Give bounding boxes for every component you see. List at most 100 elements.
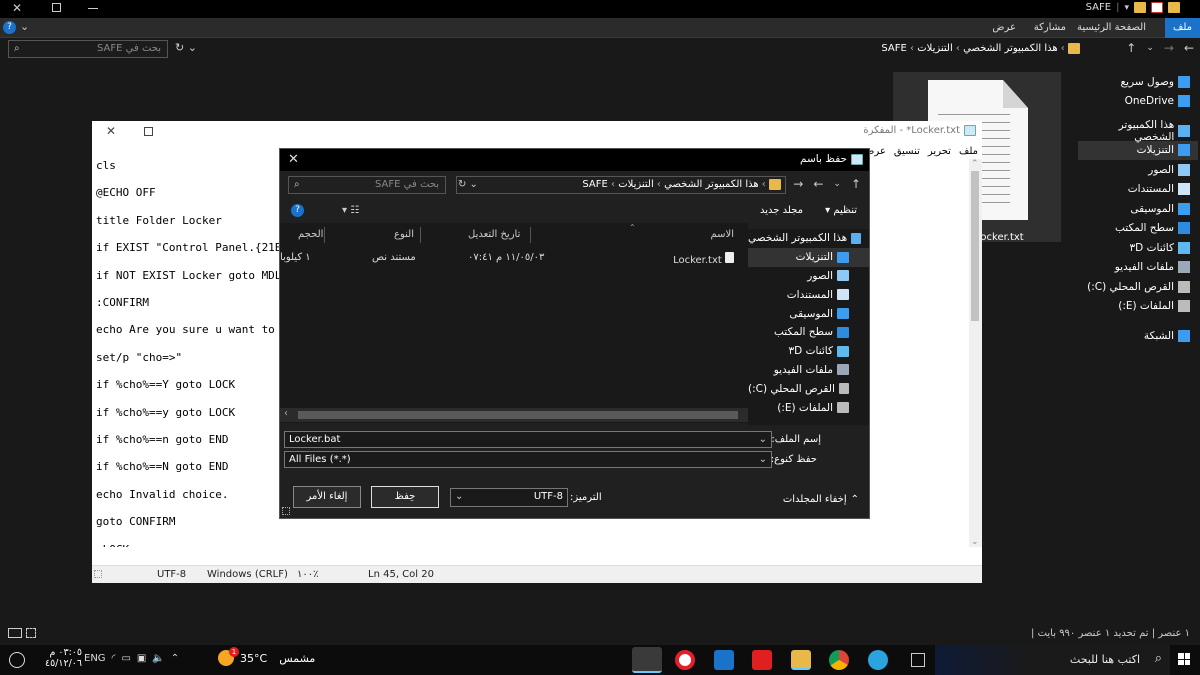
forward-arrow-icon[interactable]: → bbox=[1164, 41, 1174, 55]
details-view-icon[interactable] bbox=[8, 628, 22, 638]
view-options-icon[interactable]: ▾ ☷ bbox=[342, 205, 359, 216]
breadcrumb-safe[interactable]: SAFE bbox=[582, 179, 607, 190]
organize-menu[interactable]: تنظيم ▾ bbox=[825, 205, 857, 216]
tree-item[interactable]: التنزيلات bbox=[748, 247, 869, 267]
back-arrow-icon[interactable]: ← bbox=[813, 177, 823, 191]
tab-file[interactable]: ملف bbox=[1164, 18, 1200, 38]
scroll-up-icon[interactable]: ⌃ bbox=[971, 159, 979, 169]
chevron-down-icon[interactable]: ⌄ bbox=[759, 432, 767, 447]
column-header-type[interactable]: النوع bbox=[394, 229, 414, 240]
nav-item[interactable]: وصول سريع bbox=[1078, 72, 1198, 92]
file-explorer-taskbar-icon[interactable] bbox=[791, 650, 811, 670]
refresh-icon[interactable]: ↻ ⌄ bbox=[458, 179, 478, 190]
encoding-select[interactable]: UTF-8 ⌄ bbox=[450, 488, 568, 507]
recent-locations-icon[interactable]: ⌄ bbox=[833, 179, 841, 189]
tree-item[interactable]: القرص المحلي (C:) bbox=[748, 379, 869, 398]
help-icon[interactable]: ? bbox=[3, 21, 16, 34]
opera-icon[interactable] bbox=[675, 650, 695, 670]
search-input[interactable]: بحث في SAFE ⌕ bbox=[8, 40, 168, 58]
recent-locations-icon[interactable]: ⌄ bbox=[1146, 43, 1154, 53]
breadcrumb-safe[interactable]: SAFE bbox=[881, 43, 906, 54]
breadcrumb-this-pc[interactable]: هذا الكمبيوتر الشخصي bbox=[664, 179, 759, 190]
camera-icon[interactable]: ▣ bbox=[137, 653, 146, 664]
nav-item[interactable]: OneDrive bbox=[1078, 92, 1198, 112]
nav-item[interactable]: القرص المحلي (C:) bbox=[1078, 277, 1198, 297]
nav-item[interactable]: ملفات الفيديو bbox=[1078, 258, 1198, 278]
notepad-close-button[interactable]: ✕ bbox=[106, 124, 116, 138]
minimize-window-button[interactable] bbox=[88, 8, 98, 9]
task-view-icon[interactable] bbox=[911, 653, 925, 667]
tree-item[interactable]: سطح المكتب bbox=[748, 323, 869, 342]
scroll-left-icon[interactable]: ‹ bbox=[284, 408, 288, 419]
chrome-icon[interactable] bbox=[829, 650, 849, 670]
dialog-address-bar[interactable]: › هذا الكمبيوتر الشخصي › التنزيلات › SAF… bbox=[456, 176, 786, 194]
maximize-window-button[interactable] bbox=[52, 3, 61, 12]
language-indicator[interactable]: ENG bbox=[84, 653, 106, 664]
dialog-close-button[interactable]: ✕ bbox=[288, 152, 299, 167]
up-arrow-icon[interactable]: ↑ bbox=[851, 177, 861, 191]
tree-item[interactable]: المستندات bbox=[748, 285, 869, 304]
up-arrow-icon[interactable]: ↑ bbox=[1126, 41, 1136, 55]
mail-icon[interactable] bbox=[714, 650, 734, 670]
tab-home[interactable]: الصفحة الرئيسية bbox=[1069, 18, 1154, 38]
column-header-date[interactable]: تاريخ التعديل bbox=[468, 229, 520, 240]
file-name-input[interactable]: Locker.bat ⌄ bbox=[284, 431, 772, 448]
breadcrumb-downloads[interactable]: التنزيلات bbox=[618, 179, 654, 190]
tab-share[interactable]: مشاركة bbox=[1026, 18, 1074, 38]
scroll-down-icon[interactable]: ⌄ bbox=[971, 537, 979, 547]
scroll-thumb[interactable] bbox=[971, 171, 979, 321]
help-icon[interactable]: ? bbox=[291, 204, 304, 217]
new-folder-button[interactable]: مجلد جديد bbox=[760, 205, 803, 216]
scroll-thumb[interactable] bbox=[298, 411, 738, 419]
column-header-name[interactable]: الاسم bbox=[710, 229, 734, 240]
nav-item[interactable]: المستندات bbox=[1078, 180, 1198, 200]
dialog-search-input[interactable]: بحث في SAFE ⌕ bbox=[288, 176, 446, 194]
expand-ribbon-icon[interactable]: ⌄ bbox=[20, 20, 29, 33]
customize-toolbar-icon[interactable]: ▾ bbox=[1124, 3, 1129, 13]
properties-icon[interactable] bbox=[1151, 2, 1163, 13]
taskbar-search-box[interactable]: ⌕ اكتب هنا للبحث bbox=[935, 645, 1170, 675]
close-window-button[interactable]: ✕ bbox=[12, 1, 22, 15]
tree-item[interactable]: الصور bbox=[748, 267, 869, 286]
back-arrow-icon[interactable]: ← bbox=[1184, 41, 1194, 55]
address-bar[interactable]: › هذا الكمبيوتر الشخصي › التنزيلات › SAF… bbox=[600, 40, 1080, 58]
clock[interactable]: ٠٣:٠٥ م ٤٥/١٢/٠٦ bbox=[42, 647, 82, 669]
save-type-select[interactable]: All Files (*.*) ⌄ bbox=[284, 451, 772, 468]
notepad-maximize-button[interactable] bbox=[144, 127, 153, 136]
windows-start-icon[interactable] bbox=[1178, 653, 1190, 665]
tab-view[interactable]: عرض bbox=[984, 18, 1024, 38]
nav-item[interactable]: الصور bbox=[1078, 160, 1198, 180]
notepad-vertical-scrollbar[interactable]: ⌃ ⌄ bbox=[969, 159, 982, 547]
weather-widget[interactable]: 1 35°C مشمس bbox=[218, 647, 315, 666]
resize-grip-icon[interactable] bbox=[282, 507, 290, 515]
telegram-icon[interactable] bbox=[868, 650, 888, 670]
refresh-icon[interactable]: ↻ ⌄ bbox=[175, 41, 197, 54]
cancel-button[interactable]: إلغاء الأمر bbox=[293, 486, 361, 508]
breadcrumb-downloads[interactable]: التنزيلات bbox=[917, 43, 953, 54]
notepad-taskbar-icon[interactable] bbox=[632, 647, 662, 673]
volume-icon[interactable]: 🔈 bbox=[152, 653, 164, 664]
large-icons-view-icon[interactable] bbox=[26, 628, 36, 638]
save-button[interactable]: حِفظ bbox=[371, 486, 439, 508]
forward-arrow-icon[interactable]: → bbox=[793, 177, 803, 191]
tree-item[interactable]: كائنات ٣D bbox=[748, 342, 869, 361]
nav-item[interactable]: الملفات (E:) bbox=[1078, 297, 1198, 317]
resize-grip-icon[interactable] bbox=[94, 570, 102, 578]
nav-item[interactable]: الشبكة bbox=[1078, 326, 1198, 346]
tree-item[interactable]: هذا الكمبيوتر الشخصي bbox=[748, 229, 869, 248]
nav-item[interactable]: كائنات ٣D bbox=[1078, 238, 1198, 258]
chevron-down-icon[interactable]: ⌄ bbox=[455, 489, 463, 504]
chevron-up-icon[interactable]: ⌃ bbox=[171, 653, 179, 664]
network-icon[interactable]: ◜ bbox=[112, 653, 116, 664]
tree-item[interactable]: ملفات الفيديو bbox=[748, 361, 869, 380]
nav-item[interactable]: الموسيقى bbox=[1078, 199, 1198, 219]
nav-item[interactable]: التنزيلات bbox=[1078, 140, 1198, 160]
breadcrumb-this-pc[interactable]: هذا الكمبيوتر الشخصي bbox=[963, 43, 1058, 54]
tree-item[interactable]: الملفات (E:) bbox=[748, 398, 869, 417]
horizontal-scrollbar[interactable]: ‹ bbox=[280, 408, 748, 422]
tablet-icon[interactable]: ▭ bbox=[121, 653, 130, 664]
nav-item[interactable]: سطح المكتب bbox=[1078, 219, 1198, 239]
hide-folders-toggle[interactable]: ⌃ إخفاء المجلدات bbox=[783, 494, 859, 505]
tree-item[interactable]: الموسيقى bbox=[748, 304, 869, 323]
nav-item[interactable]: هذا الكمبيوتر الشخصي bbox=[1078, 119, 1198, 143]
